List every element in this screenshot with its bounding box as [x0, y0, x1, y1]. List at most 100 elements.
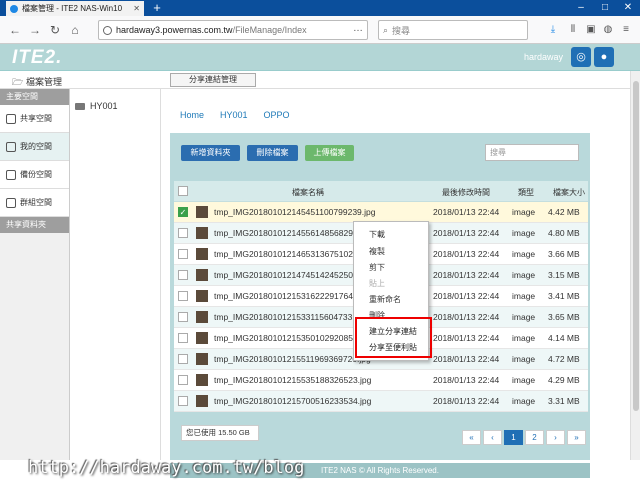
url-bar[interactable]: hardaway3.powernas.com.tw /FileManage/In… [98, 20, 368, 40]
username[interactable]: hardaway [524, 52, 563, 62]
browser-search-input[interactable]: ⌕ 搜尋 [378, 20, 528, 40]
table-row[interactable]: ✓ tmp_IMG20180101214545110079923​9.jpg 201… [174, 202, 588, 223]
row-checkbox[interactable] [178, 396, 188, 406]
tab-title: 檔案管理 - ITE2 NAS-Win10 [22, 4, 123, 13]
file-name[interactable]: tmp_IMG20180101215700516233534.jpg [214, 396, 371, 406]
download-icon[interactable]: ⤓ [546, 23, 560, 37]
group-icon [6, 197, 16, 208]
page-2-button[interactable]: 2 [525, 430, 544, 445]
file-type: image [512, 228, 536, 238]
file-name[interactable]: tmp_IMG2018010121535010292085 [214, 333, 353, 343]
select-all-checkbox[interactable] [178, 186, 188, 196]
menu-item-copy[interactable]: 複製 [369, 246, 385, 257]
share-link-manage-button[interactable]: 分享連結管理 [170, 73, 256, 87]
file-name[interactable]: tmp_IMG20180101214545110079923​9.jpg [214, 207, 375, 217]
breadcrumb-oppo[interactable]: OPPO [264, 110, 290, 120]
app-header: ITE2. hardaway ◎ ● [0, 44, 640, 71]
page-actions-icon[interactable]: … [353, 23, 363, 34]
row-checkbox[interactable] [178, 375, 188, 385]
menu-item-download[interactable]: 下載 [369, 229, 385, 240]
sidebar-item-shared[interactable]: 共享空間 [0, 105, 69, 133]
minimize-icon[interactable]: – [570, 0, 592, 16]
header-name[interactable]: 檔案名稱 [292, 187, 324, 198]
file-size: 3.41 MB [548, 291, 580, 301]
cloud-icon [10, 4, 18, 13]
sidebar-item-label: 共享空間 [20, 114, 52, 123]
row-checkbox[interactable] [178, 291, 188, 301]
file-name[interactable]: tmp_IMG2018010121455614856829 [214, 228, 353, 238]
row-checkbox[interactable] [178, 270, 188, 280]
user-icon[interactable]: ● [594, 47, 614, 67]
row-checkbox[interactable] [178, 228, 188, 238]
prev-page-button[interactable]: ‹ [483, 430, 502, 445]
row-checkbox[interactable] [178, 354, 188, 364]
sidebar-item-backup[interactable]: 備份空間 [0, 161, 69, 189]
row-checkbox[interactable] [178, 312, 188, 322]
breadcrumb-home[interactable]: Home [180, 110, 204, 120]
new-folder-button[interactable]: 新增資料夾 [181, 145, 240, 161]
file-name[interactable]: tmp_IMG20180101215535188326523.jpg [214, 375, 371, 385]
file-size: 4.72 MB [548, 354, 580, 364]
user-folder-icon [6, 141, 16, 152]
file-type: image [512, 396, 536, 406]
file-type: image [512, 291, 536, 301]
menu-item-rename[interactable]: 重新命名 [369, 294, 401, 305]
sidebar-section-main[interactable]: 主要空間 [0, 89, 69, 105]
search-placeholder: 搜尋 [392, 25, 411, 36]
library-icon[interactable]: ⫴ [566, 23, 580, 37]
header-size[interactable]: 檔案大小 [553, 187, 585, 198]
url-path: /FileManage/Index [232, 25, 307, 35]
delete-file-button[interactable]: 刪除檔案 [247, 145, 298, 161]
home-icon[interactable]: ⌂ [68, 23, 82, 37]
image-thumbnail-icon [196, 227, 208, 239]
file-type: image [512, 207, 536, 217]
sidebar-section-shared-folder[interactable]: 共享資料夾 [0, 217, 69, 233]
scrollbar-thumb[interactable] [633, 81, 639, 411]
file-size: 4.80 MB [548, 228, 580, 238]
file-name[interactable]: tmp_IMG2018010121474514245250 [214, 270, 353, 280]
new-tab-button[interactable]: + [150, 1, 164, 15]
file-type: image [512, 333, 536, 343]
file-name[interactable]: tmp_IMG2018010121465313675102 [214, 249, 353, 259]
file-name[interactable]: tmp_IMG2018010121531622291764 [214, 291, 353, 301]
close-icon[interactable]: ✕ [133, 4, 140, 13]
file-name[interactable]: tmp_IMG20180101215511969369720.jpg [214, 354, 371, 364]
table-row[interactable]: tmp_IMG20180101215535188326523.jpg 2018/0… [174, 370, 588, 391]
sidebar-toggle-icon[interactable]: ▣ [584, 23, 598, 37]
upload-button[interactable]: 上傳檔案 [305, 145, 354, 161]
menu-item-cut[interactable]: 剪下 [369, 262, 385, 273]
browser-tab-bar: 檔案管理 - ITE2 NAS-Win10 ✕ + – □ ✕ [0, 0, 640, 16]
globe-icon[interactable]: ◎ [571, 47, 591, 67]
sidebar-item-group[interactable]: 群組空間 [0, 189, 69, 217]
extension-icon[interactable]: ◍ [601, 23, 615, 37]
row-checkbox[interactable] [178, 333, 188, 343]
file-date: 2018/01/13 22:44 [433, 333, 500, 343]
image-thumbnail-icon [196, 248, 208, 260]
first-page-button[interactable]: « [462, 430, 481, 445]
sidebar-item-mine[interactable]: 我的空間 [0, 133, 69, 161]
maximize-icon[interactable]: □ [594, 0, 616, 16]
header-type[interactable]: 類型 [518, 187, 534, 198]
tree-item-hy001[interactable]: HY001 [75, 101, 118, 111]
row-checkbox[interactable] [178, 249, 188, 259]
tree-item-label: HY001 [90, 101, 118, 111]
last-page-button[interactable]: » [567, 430, 586, 445]
back-icon[interactable]: ← [8, 23, 22, 37]
info-icon [103, 25, 112, 35]
table-row[interactable]: tmp_IMG20180101215700516233534.jpg 2018/0… [174, 391, 588, 412]
page-1-button[interactable]: 1 [504, 430, 523, 445]
menu-item-paste: 貼上 [369, 279, 385, 288]
breadcrumb-hy001[interactable]: HY001 [220, 110, 248, 120]
next-page-button[interactable]: › [546, 430, 565, 445]
page-scrollbar[interactable] [630, 71, 640, 460]
window-close-icon[interactable]: ✕ [617, 0, 639, 16]
reload-icon[interactable]: ↻ [48, 23, 62, 37]
sidebar-item-label: 備份空間 [20, 170, 52, 179]
header-date[interactable]: 最後修改時間 [442, 187, 490, 198]
file-name[interactable]: tmp_IMG2018010121533115604733 [214, 312, 352, 322]
forward-icon[interactable]: → [28, 23, 42, 37]
browser-tab[interactable]: 檔案管理 - ITE2 NAS-Win10 ✕ [6, 1, 144, 16]
file-search-input[interactable]: 搜尋 [485, 144, 579, 161]
row-checkbox[interactable]: ✓ [178, 207, 188, 217]
menu-icon[interactable]: ≡ [619, 23, 633, 37]
